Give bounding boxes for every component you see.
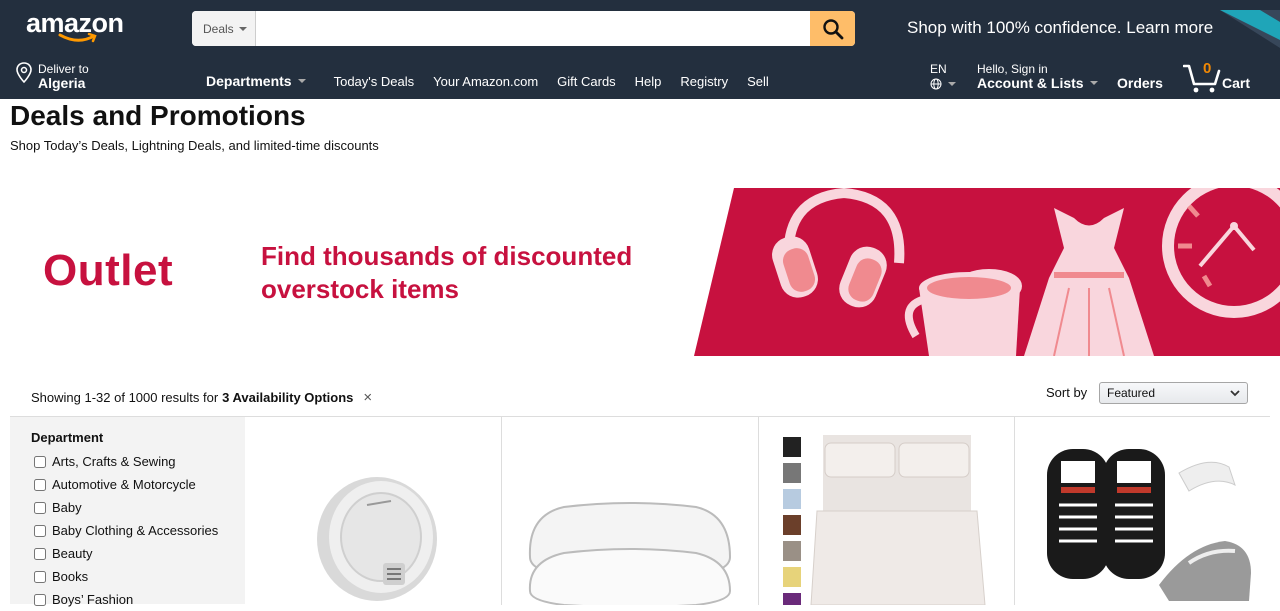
deliver-label: Deliver to — [38, 62, 89, 76]
chevron-down-icon — [1230, 390, 1240, 397]
cart-count: 0 — [1203, 60, 1212, 77]
sort-by-label: Sort by — [1046, 385, 1088, 400]
nav-link-help[interactable]: Help — [635, 74, 662, 89]
sub-navbar: Deliver to Algeria Departments Today's D… — [0, 56, 1280, 99]
department-label: Automotive & Motorcycle — [52, 477, 196, 492]
nav-link-todays-deals[interactable]: Today's Deals — [334, 74, 415, 89]
product-card-smoke-detector[interactable] — [245, 417, 501, 605]
clear-filter-icon[interactable]: × — [363, 389, 372, 406]
department-label: Boys’ Fashion — [52, 592, 134, 607]
sort-dropdown[interactable]: Featured — [1099, 382, 1248, 404]
department-checkbox[interactable] — [34, 501, 46, 514]
deliver-to-location[interactable]: Deliver to Algeria — [15, 62, 89, 90]
account-menu[interactable]: Hello, Sign in Account & Lists — [977, 62, 1098, 90]
department-item[interactable]: Automotive & Motorcycle — [34, 473, 218, 496]
search-category-label: Deals — [203, 21, 234, 36]
banner-text: Find thousands of discounted overstock i… — [261, 240, 681, 306]
page-title: Deals and Promotions — [10, 100, 306, 131]
results-summary: Showing 1-32 of 1000 results for 3 Avail… — [31, 389, 372, 406]
banner-illustration — [694, 188, 1280, 356]
departments-menu[interactable]: Departments — [206, 73, 306, 89]
department-list: Arts, Crafts & Sewing Automotive & Motor… — [34, 450, 218, 611]
banner-line-1: Find thousands of discounted — [261, 241, 633, 271]
product-card-pillows[interactable] — [501, 417, 758, 605]
amazon-smile-icon — [58, 32, 97, 43]
orders-link[interactable]: Orders — [1117, 75, 1163, 91]
department-item[interactable]: Beauty — [34, 542, 218, 565]
chevron-down-icon — [948, 82, 956, 86]
department-checkbox[interactable] — [34, 455, 46, 468]
account-lists-label: Account & Lists — [977, 75, 1084, 91]
search-bar: Deals — [192, 11, 855, 46]
product-card-no-tie-shoelaces[interactable] — [1014, 417, 1270, 605]
nav-links: Departments Today's Deals Your Amazon.co… — [206, 73, 788, 89]
bed-sheets-image — [783, 435, 986, 605]
nav-link-sell[interactable]: Sell — [747, 74, 769, 89]
shoelaces-image — [1047, 449, 1251, 601]
search-button[interactable] — [810, 11, 855, 46]
account-greeting: Hello, Sign in — [977, 62, 1048, 76]
department-label: Beauty — [52, 546, 93, 561]
results-count-text: Showing 1-32 of 1000 results for — [31, 390, 219, 405]
language-selector[interactable]: EN — [930, 62, 956, 90]
outlet-heading: Outlet — [43, 246, 174, 295]
search-input[interactable] — [256, 11, 810, 46]
chevron-down-icon — [238, 26, 247, 31]
nav-link-registry[interactable]: Registry — [680, 74, 728, 89]
department-item[interactable]: Baby Clothing & Accessories — [34, 519, 218, 542]
department-item[interactable]: Boys’ Fashion — [34, 588, 218, 611]
location-pin-icon — [16, 62, 32, 84]
top-navbar: amazon Deals Shop with 100% confidence. … — [0, 0, 1280, 56]
sort-selected-value: Featured — [1107, 386, 1156, 400]
department-checkbox[interactable] — [34, 570, 46, 583]
search-category-dropdown[interactable]: Deals — [192, 11, 256, 46]
corner-decoration-icon — [1220, 10, 1280, 48]
nav-link-your-amazon[interactable]: Your Amazon.com — [433, 74, 538, 89]
cart-label: Cart — [1222, 75, 1251, 91]
department-label: Arts, Crafts & Sewing — [52, 454, 176, 469]
product-grid — [245, 416, 1270, 605]
smoke-detector-image — [317, 477, 437, 601]
chevron-down-icon — [297, 79, 306, 83]
sidebar-title: Department — [31, 430, 104, 445]
department-checkbox[interactable] — [34, 524, 46, 537]
promo-link[interactable]: Shop with 100% confidence. Learn more — [907, 18, 1213, 38]
department-label: Baby — [52, 500, 82, 515]
department-checkbox[interactable] — [34, 478, 46, 491]
globe-icon — [930, 78, 942, 90]
department-checkbox[interactable] — [34, 547, 46, 560]
nav-link-gift-cards[interactable]: Gift Cards — [557, 74, 616, 89]
cart-button[interactable]: 0 Cart — [1183, 60, 1253, 94]
deliver-country: Algeria — [38, 75, 86, 91]
results-filter-label: 3 Availability Options — [222, 390, 354, 405]
product-card-bed-sheets[interactable] — [758, 417, 1014, 605]
page-subtitle: Shop Today’s Deals, Lightning Deals, and… — [10, 138, 379, 153]
department-item[interactable]: Books — [34, 565, 218, 588]
search-icon — [822, 18, 843, 39]
banner-line-2: overstock items — [261, 274, 459, 304]
language-code: EN — [930, 62, 947, 76]
department-item[interactable]: Arts, Crafts & Sewing — [34, 450, 218, 473]
department-filter-sidebar: Department Arts, Crafts & Sewing Automot… — [10, 416, 245, 607]
department-label: Baby Clothing & Accessories — [52, 523, 219, 538]
outlet-banner[interactable]: Outlet Find thousands of discounted over… — [0, 188, 1280, 356]
department-label: Books — [52, 569, 89, 584]
departments-label: Departments — [206, 73, 292, 89]
pillows-image — [528, 502, 732, 605]
department-item[interactable]: Baby — [34, 496, 218, 519]
chevron-down-icon — [1089, 81, 1098, 85]
